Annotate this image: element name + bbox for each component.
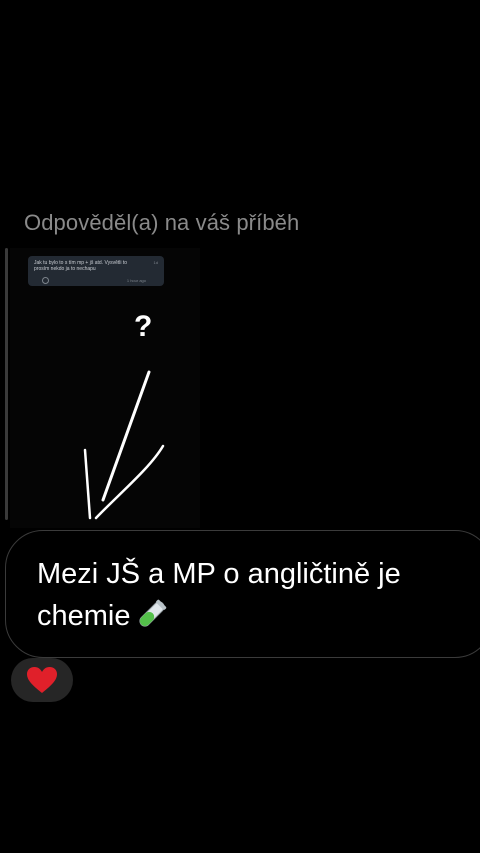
test-tube-icon	[138, 599, 166, 627]
arrow-stroke-1	[101, 370, 151, 502]
reply-header: Odpověděl(a) na váš příběh	[24, 210, 300, 235]
drawn-arrows	[83, 370, 165, 520]
reaction-pill[interactable]	[11, 658, 73, 702]
message-text: Mezi JŠ a MP o angličtině je chemie	[37, 558, 401, 632]
quote-bar	[5, 248, 8, 520]
arrow-stroke-2	[83, 448, 92, 520]
story-thumbnail[interactable]: Jak tu bylo to s tím mp + jš atd. Vysvět…	[10, 248, 200, 528]
message-bubble[interactable]: Mezi JŠ a MP o angličtině je chemie	[5, 530, 480, 658]
arrow-stroke-3	[94, 444, 165, 520]
red-heart-icon	[27, 667, 57, 693]
message-text-wrap: Mezi JŠ a MP o angličtině je chemie	[37, 553, 477, 637]
